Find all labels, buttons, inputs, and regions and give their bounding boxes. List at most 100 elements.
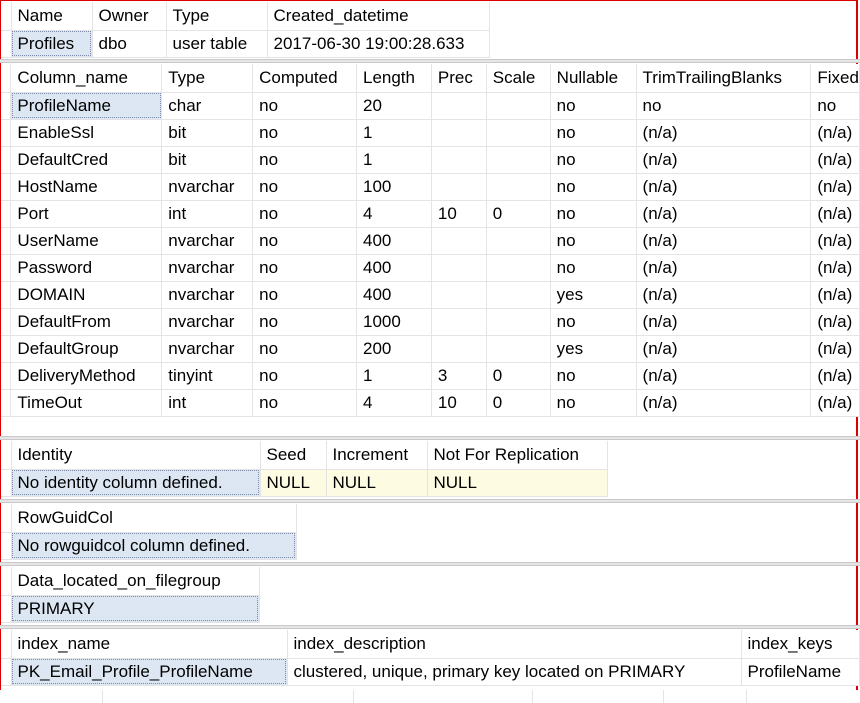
grid-cell[interactable]: 400 bbox=[356, 254, 432, 282]
grid-cell[interactable]: no bbox=[252, 281, 357, 309]
grid-cell[interactable]: Port bbox=[10, 200, 163, 228]
grid-cell[interactable]: (n/a) bbox=[636, 362, 812, 390]
grid-cell[interactable]: (n/a) bbox=[810, 146, 860, 174]
grid-cell[interactable]: 400 bbox=[356, 281, 432, 309]
grid-cell[interactable]: (n/a) bbox=[810, 200, 860, 228]
grid-cell[interactable]: no bbox=[252, 92, 357, 120]
table-row[interactable]: UserName nvarchar no 400 no (n/a) (n/a) bbox=[1, 227, 860, 255]
grid-cell[interactable]: 4 bbox=[356, 200, 432, 228]
grid-cell[interactable]: (n/a) bbox=[636, 389, 812, 417]
results-grid-columns[interactable]: Column_name Type Computed Length Prec Sc… bbox=[1, 64, 860, 417]
grid-cell[interactable]: no bbox=[550, 146, 637, 174]
column-header[interactable]: Fixed bbox=[810, 64, 860, 93]
grid-splitter[interactable] bbox=[0, 562, 860, 566]
grid-cell[interactable]: 10 bbox=[431, 389, 487, 417]
column-header[interactable]: Increment bbox=[326, 441, 428, 470]
grid-cell[interactable]: no bbox=[550, 227, 637, 255]
grid-cell[interactable]: HostName bbox=[10, 173, 163, 201]
grid-cell[interactable]: DOMAIN bbox=[10, 281, 163, 309]
grid-cell[interactable]: 3 bbox=[431, 362, 487, 390]
column-header[interactable]: Name bbox=[11, 2, 93, 31]
grid-cell[interactable] bbox=[486, 92, 551, 120]
grid-cell[interactable] bbox=[431, 254, 487, 282]
table-row[interactable]: DefaultFrom nvarchar no 1000 no (n/a) (n/a) bbox=[1, 308, 860, 336]
grid-cell[interactable]: no bbox=[550, 173, 637, 201]
grid-cell[interactable]: (n/a) bbox=[810, 308, 860, 336]
column-header[interactable]: RowGuidCol bbox=[11, 504, 297, 533]
grid-cell[interactable]: no bbox=[550, 200, 637, 228]
grid-cell[interactable]: dbo bbox=[92, 30, 167, 58]
column-header[interactable]: TrimTrailingBlanks bbox=[636, 64, 812, 93]
grid-cell[interactable]: no bbox=[252, 173, 357, 201]
grid-cell[interactable]: (n/a) bbox=[810, 173, 860, 201]
results-grid-identity[interactable]: Identity Seed Increment Not For Replicat… bbox=[1, 441, 608, 497]
grid-cell[interactable]: (n/a) bbox=[810, 119, 860, 147]
grid-cell[interactable]: nvarchar bbox=[161, 335, 254, 363]
grid-cell[interactable]: nvarchar bbox=[161, 308, 254, 336]
grid-cell[interactable] bbox=[486, 254, 551, 282]
grid-cell[interactable] bbox=[431, 146, 487, 174]
grid-cell[interactable] bbox=[431, 173, 487, 201]
grid-cell[interactable]: (n/a) bbox=[810, 389, 860, 417]
table-row[interactable]: Port int no 4 10 0 no (n/a) (n/a) bbox=[1, 200, 860, 228]
grid-splitter[interactable] bbox=[0, 625, 860, 629]
grid-cell-selected[interactable]: No identity column defined. bbox=[11, 469, 261, 497]
grid-cell[interactable]: 400 bbox=[356, 227, 432, 255]
grid-cell[interactable] bbox=[431, 335, 487, 363]
column-header[interactable]: Prec bbox=[431, 64, 487, 93]
grid-cell-selected[interactable]: PRIMARY bbox=[11, 595, 260, 623]
grid-cell[interactable]: user table bbox=[166, 30, 268, 58]
results-grid-rowguidcol[interactable]: RowGuidCol No rowguidcol column defined. bbox=[1, 504, 297, 560]
grid-cell-null[interactable]: NULL bbox=[326, 469, 428, 497]
grid-cell[interactable]: no bbox=[550, 308, 637, 336]
grid-cell[interactable]: DefaultGroup bbox=[10, 335, 163, 363]
grid-cell[interactable]: no bbox=[550, 119, 637, 147]
column-header[interactable]: Type bbox=[161, 64, 254, 93]
table-row[interactable]: DOMAIN nvarchar no 400 yes (n/a) (n/a) bbox=[1, 281, 860, 309]
grid-cell[interactable]: nvarchar bbox=[161, 254, 254, 282]
grid-cell-selected[interactable]: ProfileName bbox=[10, 92, 163, 120]
grid-cell[interactable]: (n/a) bbox=[810, 335, 860, 363]
grid-cell[interactable] bbox=[431, 308, 487, 336]
grid-cell[interactable]: (n/a) bbox=[810, 281, 860, 309]
column-header[interactable]: Not For Replication bbox=[427, 441, 608, 470]
column-header[interactable]: Computed bbox=[252, 64, 357, 93]
grid-cell[interactable]: (n/a) bbox=[636, 281, 812, 309]
grid-cell-null[interactable]: NULL bbox=[427, 469, 608, 497]
grid-cell[interactable] bbox=[486, 281, 551, 309]
grid-cell[interactable]: no bbox=[252, 335, 357, 363]
grid-cell[interactable]: 1 bbox=[356, 146, 432, 174]
column-header[interactable]: Scale bbox=[486, 64, 551, 93]
grid-cell[interactable] bbox=[486, 227, 551, 255]
column-header[interactable]: Type bbox=[166, 2, 268, 31]
grid-cell[interactable]: 20 bbox=[356, 92, 432, 120]
grid-cell[interactable]: (n/a) bbox=[810, 254, 860, 282]
grid-cell-selected[interactable]: PK_Email_Profile_ProfileName bbox=[11, 658, 288, 686]
results-grid-table-info[interactable]: Name Owner Type Created_datetime Profile… bbox=[1, 2, 490, 58]
grid-cell[interactable]: no bbox=[252, 389, 357, 417]
grid-cell[interactable]: no bbox=[550, 362, 637, 390]
column-header[interactable]: Owner bbox=[92, 2, 167, 31]
grid-cell[interactable]: no bbox=[550, 254, 637, 282]
grid-cell[interactable] bbox=[486, 119, 551, 147]
grid-cell[interactable]: clustered, unique, primary key located o… bbox=[287, 658, 742, 686]
grid-cell[interactable]: int bbox=[161, 200, 254, 228]
column-header[interactable]: Data_located_on_filegroup bbox=[11, 567, 260, 596]
grid-cell[interactable]: bit bbox=[161, 119, 254, 147]
grid-cell[interactable] bbox=[486, 335, 551, 363]
grid-cell[interactable] bbox=[486, 308, 551, 336]
grid-cell[interactable]: 0 bbox=[486, 200, 551, 228]
grid-cell[interactable]: no bbox=[252, 227, 357, 255]
grid-cell[interactable]: 4 bbox=[356, 389, 432, 417]
column-header[interactable]: index_description bbox=[287, 630, 742, 659]
grid-splitter[interactable] bbox=[0, 499, 860, 503]
column-header[interactable]: Identity bbox=[11, 441, 261, 470]
grid-cell[interactable]: (n/a) bbox=[636, 335, 812, 363]
grid-cell[interactable]: int bbox=[161, 389, 254, 417]
grid-cell[interactable]: EnableSsl bbox=[10, 119, 163, 147]
table-row[interactable]: Password nvarchar no 400 no (n/a) (n/a) bbox=[1, 254, 860, 282]
grid-cell[interactable]: no bbox=[810, 92, 860, 120]
grid-cell[interactable] bbox=[431, 227, 487, 255]
grid-cell[interactable]: (n/a) bbox=[636, 173, 812, 201]
grid-cell[interactable]: yes bbox=[550, 335, 637, 363]
